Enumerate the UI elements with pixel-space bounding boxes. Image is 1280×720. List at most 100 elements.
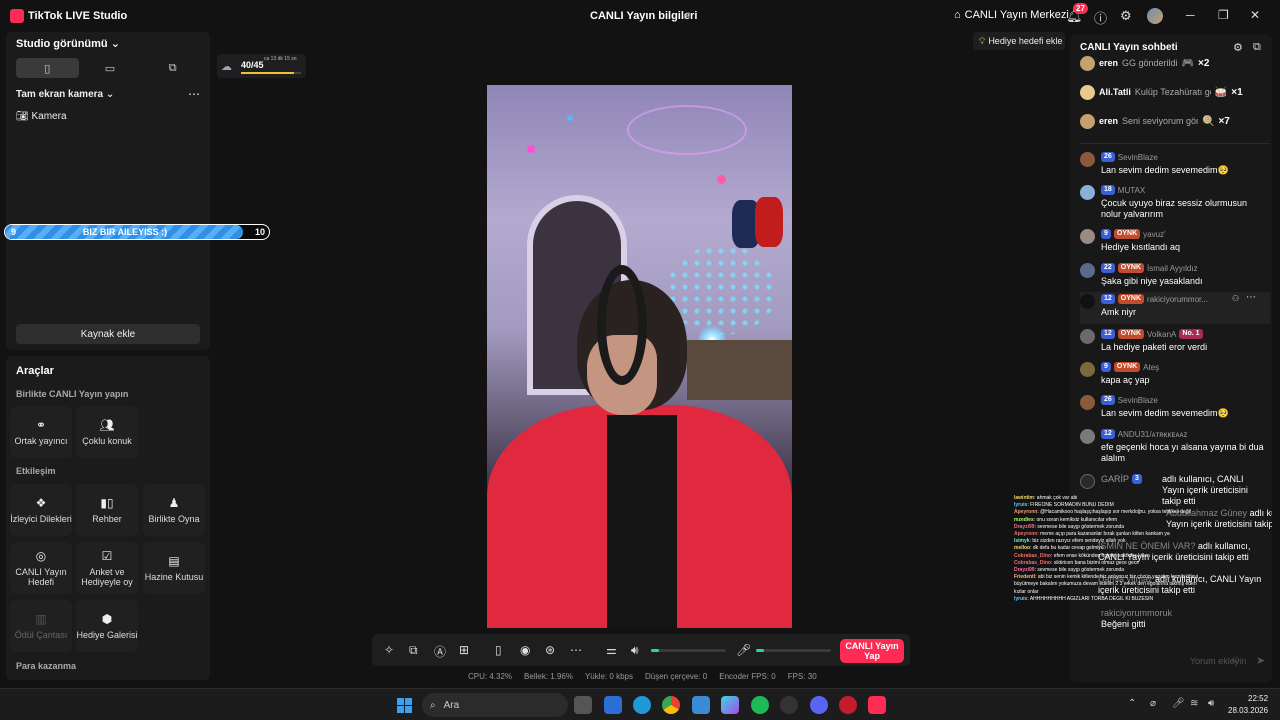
search-icon: ⌕	[430, 699, 436, 711]
subscriber-badge: OYNK	[1113, 229, 1141, 239]
overlay-text: : dk defa bu kadar cevap gelmiyo	[1030, 545, 1104, 552]
more-icon[interactable]: ⋯	[570, 643, 582, 657]
app-icon[interactable]	[839, 696, 857, 714]
tool-guide[interactable]: ▮▯ Rehber	[76, 484, 138, 536]
chat-message[interactable]: 18 MUTAX Çocuk uyuyo biraz sessiz olurmus…	[1080, 183, 1270, 225]
chat-message[interactable]: 12 OYNK rakiciyorummor... Amk niyr ⚇ ⋯	[1080, 292, 1270, 324]
goal-count: 40/45	[241, 60, 264, 70]
tool-multi-guest[interactable]: 👥︎ Çoklu konuk	[76, 406, 138, 458]
chat-message[interactable]: 12 OYNK VolkanA No. 1 La hediye paketi eror…	[1080, 327, 1270, 357]
gear-icon[interactable]: ⚙	[1120, 8, 1132, 24]
tool-viewer-wishes[interactable]: ❖ İzleyici Dilekleri	[10, 484, 72, 536]
tab-portrait[interactable]: ▯	[16, 58, 79, 78]
target-icon: ◎	[35, 549, 47, 563]
tool-reward-bag[interactable]: ▥ Ödül Çantası	[10, 600, 72, 652]
taskbar: ⌕ Ara ⌃ ⌀ 🎤︎ ≋ 🔊︎ 22:52 28.03.2026	[0, 688, 1280, 720]
camera-icon: 📷︎	[16, 111, 32, 122]
chat-message[interactable]: 26 SevinBlaze Lan sevim dedim sevemedim🥺	[1080, 150, 1270, 180]
microphone-icon[interactable]: 🎤︎	[736, 643, 751, 657]
spotify-icon[interactable]	[751, 696, 769, 714]
user-action-icon[interactable]: ⚇	[1232, 294, 1239, 303]
app-title: TikTok LIVE Studio	[28, 10, 128, 22]
add-media-icon[interactable]: ⊞	[459, 643, 469, 657]
edge-icon[interactable]	[633, 696, 651, 714]
stat-encoder: Encoder FPS: 0	[719, 672, 776, 681]
tool-treasure-box[interactable]: ▤ Hazine Kutusu	[143, 542, 205, 594]
ai-icon[interactable]: Ⓐ	[434, 643, 446, 660]
network-icon[interactable]: ⌀	[1150, 698, 1156, 709]
phone-icon[interactable]: ▯	[495, 643, 502, 657]
tool-label: Rehber	[92, 514, 122, 524]
maximize-icon[interactable]: ❐	[1218, 8, 1229, 22]
replay-icon[interactable]: ⊛	[545, 643, 555, 657]
gift-count: ×2	[1198, 57, 1210, 69]
gift-user: eren	[1099, 58, 1119, 68]
outlook-icon[interactable]	[604, 696, 622, 714]
copilot-icon[interactable]	[721, 696, 739, 714]
source-item-camera[interactable]: 📷︎ Kamera	[16, 111, 67, 122]
chevron-up-icon[interactable]: ⌃	[1128, 698, 1136, 709]
record-icon[interactable]: ◉	[520, 643, 530, 657]
task-view-icon[interactable]	[574, 696, 592, 714]
more-options-icon[interactable]: ⋯	[188, 87, 200, 101]
close-icon[interactable]: ✕	[1250, 8, 1260, 22]
windows-start-icon[interactable]	[397, 698, 412, 713]
chat-message[interactable]: 9 OYNK yavuz' Hediye kısıtlandı aq	[1080, 227, 1270, 257]
discord-icon[interactable]	[810, 696, 828, 714]
live-center-button[interactable]: ⌂ CANLI Yayın Merkezi	[954, 9, 1069, 21]
go-live-button[interactable]: CANLI Yayın Yap	[840, 639, 904, 663]
avatar	[1080, 294, 1095, 309]
level-badge: 26	[1101, 395, 1115, 405]
avatar	[1080, 329, 1095, 344]
chat-message[interactable]: 22 OYNK İsmail Ayyıldız Şaka gibi niye yas…	[1080, 261, 1270, 291]
tab-dual[interactable]: ⧉	[141, 58, 204, 78]
more-options-icon[interactable]: ⋯	[1246, 292, 1256, 303]
dual-screen-icon: ⧉	[168, 61, 177, 74]
tool-live-goal[interactable]: ◎ CANLI Yayın Hedefi	[10, 542, 72, 594]
speaker-icon[interactable]: 🔊︎	[631, 643, 639, 658]
add-source-button[interactable]: Kaynak ekle	[16, 324, 200, 344]
wifi-icon[interactable]: ≋	[1190, 698, 1198, 709]
clock[interactable]: 22:52 28.03.2026	[1228, 693, 1268, 717]
tool-co-host[interactable]: ⚭ Ortak yayıncı	[10, 406, 72, 458]
taskbar-search[interactable]: ⌕ Ara	[422, 693, 568, 717]
tab-landscape[interactable]: ▭	[79, 58, 142, 78]
tool-play-together[interactable]: ♟ Birlikte Oyna	[143, 484, 205, 536]
tool-gift-gallery[interactable]: ⬢ Hediye Galerisi	[76, 600, 138, 652]
magic-wand-icon[interactable]: ✧	[384, 643, 394, 657]
mic-slider[interactable]	[756, 649, 831, 652]
goal-icon: ☁	[221, 61, 232, 73]
people-icon: 👥︎	[99, 418, 115, 432]
studio-view-dropdown[interactable]: Studio görünümü ⌄	[16, 37, 120, 50]
help-icon[interactable]: ⓘ	[1094, 8, 1107, 27]
chat-message[interactable]: 9 OYNK Ateş kapa aç yap	[1080, 360, 1270, 390]
stat-fps: FPS: 30	[787, 672, 817, 681]
network-app-icon[interactable]	[692, 696, 710, 714]
effects-icon[interactable]: ⧉	[409, 643, 418, 658]
minimize-icon[interactable]: ─	[1186, 8, 1195, 22]
goal-widget[interactable]: ☁ 40/45 ca 13 dk 15 sn	[217, 54, 306, 78]
gift-row: Ali.Tatli Kulüp Tezahüratı gönd 🥁 ×1	[1080, 83, 1270, 101]
app-icon[interactable]	[780, 696, 798, 714]
popout-icon[interactable]: ⧉	[1253, 41, 1261, 54]
tool-poll[interactable]: ☑ Anket ve Hediyeyle oy	[76, 542, 138, 594]
add-gift-goal-button[interactable]: 💡︎ Hediye hedefi ekle	[973, 32, 1065, 50]
volume-slider[interactable]	[651, 649, 726, 652]
gear-icon[interactable]: ⚙	[1233, 41, 1243, 54]
overlay-line: Cobrabas_Dino: efem ense kökünden öperim…	[1014, 553, 1264, 560]
studio-view-label: Studio görünümü	[16, 38, 108, 50]
settings-sliders-icon[interactable]: ⚌	[606, 643, 617, 657]
microphone-icon[interactable]: 🎤︎	[1172, 698, 1185, 709]
source-group[interactable]: Tam ekran kamera ⌄	[16, 89, 114, 100]
avatar[interactable]	[1147, 8, 1163, 24]
chat-text: Şaka gibi niye yasaklandı	[1101, 276, 1203, 286]
share-icon[interactable]: ⇗	[682, 9, 691, 22]
chat-message[interactable]: 12 ANDU31/ᴀᴛʀᴋᴋᴇᴀᴀᴢ efe geçenki hoca yı a…	[1080, 427, 1270, 469]
gift-text: GG gönderildi	[1122, 58, 1178, 68]
level-badge: 12	[1101, 429, 1115, 439]
chat-message[interactable]: 26 SevinBlaze Lan sevim dedim sevemedim🥺	[1080, 393, 1270, 423]
tiktok-studio-icon[interactable]	[868, 696, 886, 714]
chat-user: Ateş	[1143, 362, 1160, 372]
chrome-icon[interactable]	[662, 696, 680, 714]
speaker-icon[interactable]: 🔊︎	[1208, 698, 1214, 709]
